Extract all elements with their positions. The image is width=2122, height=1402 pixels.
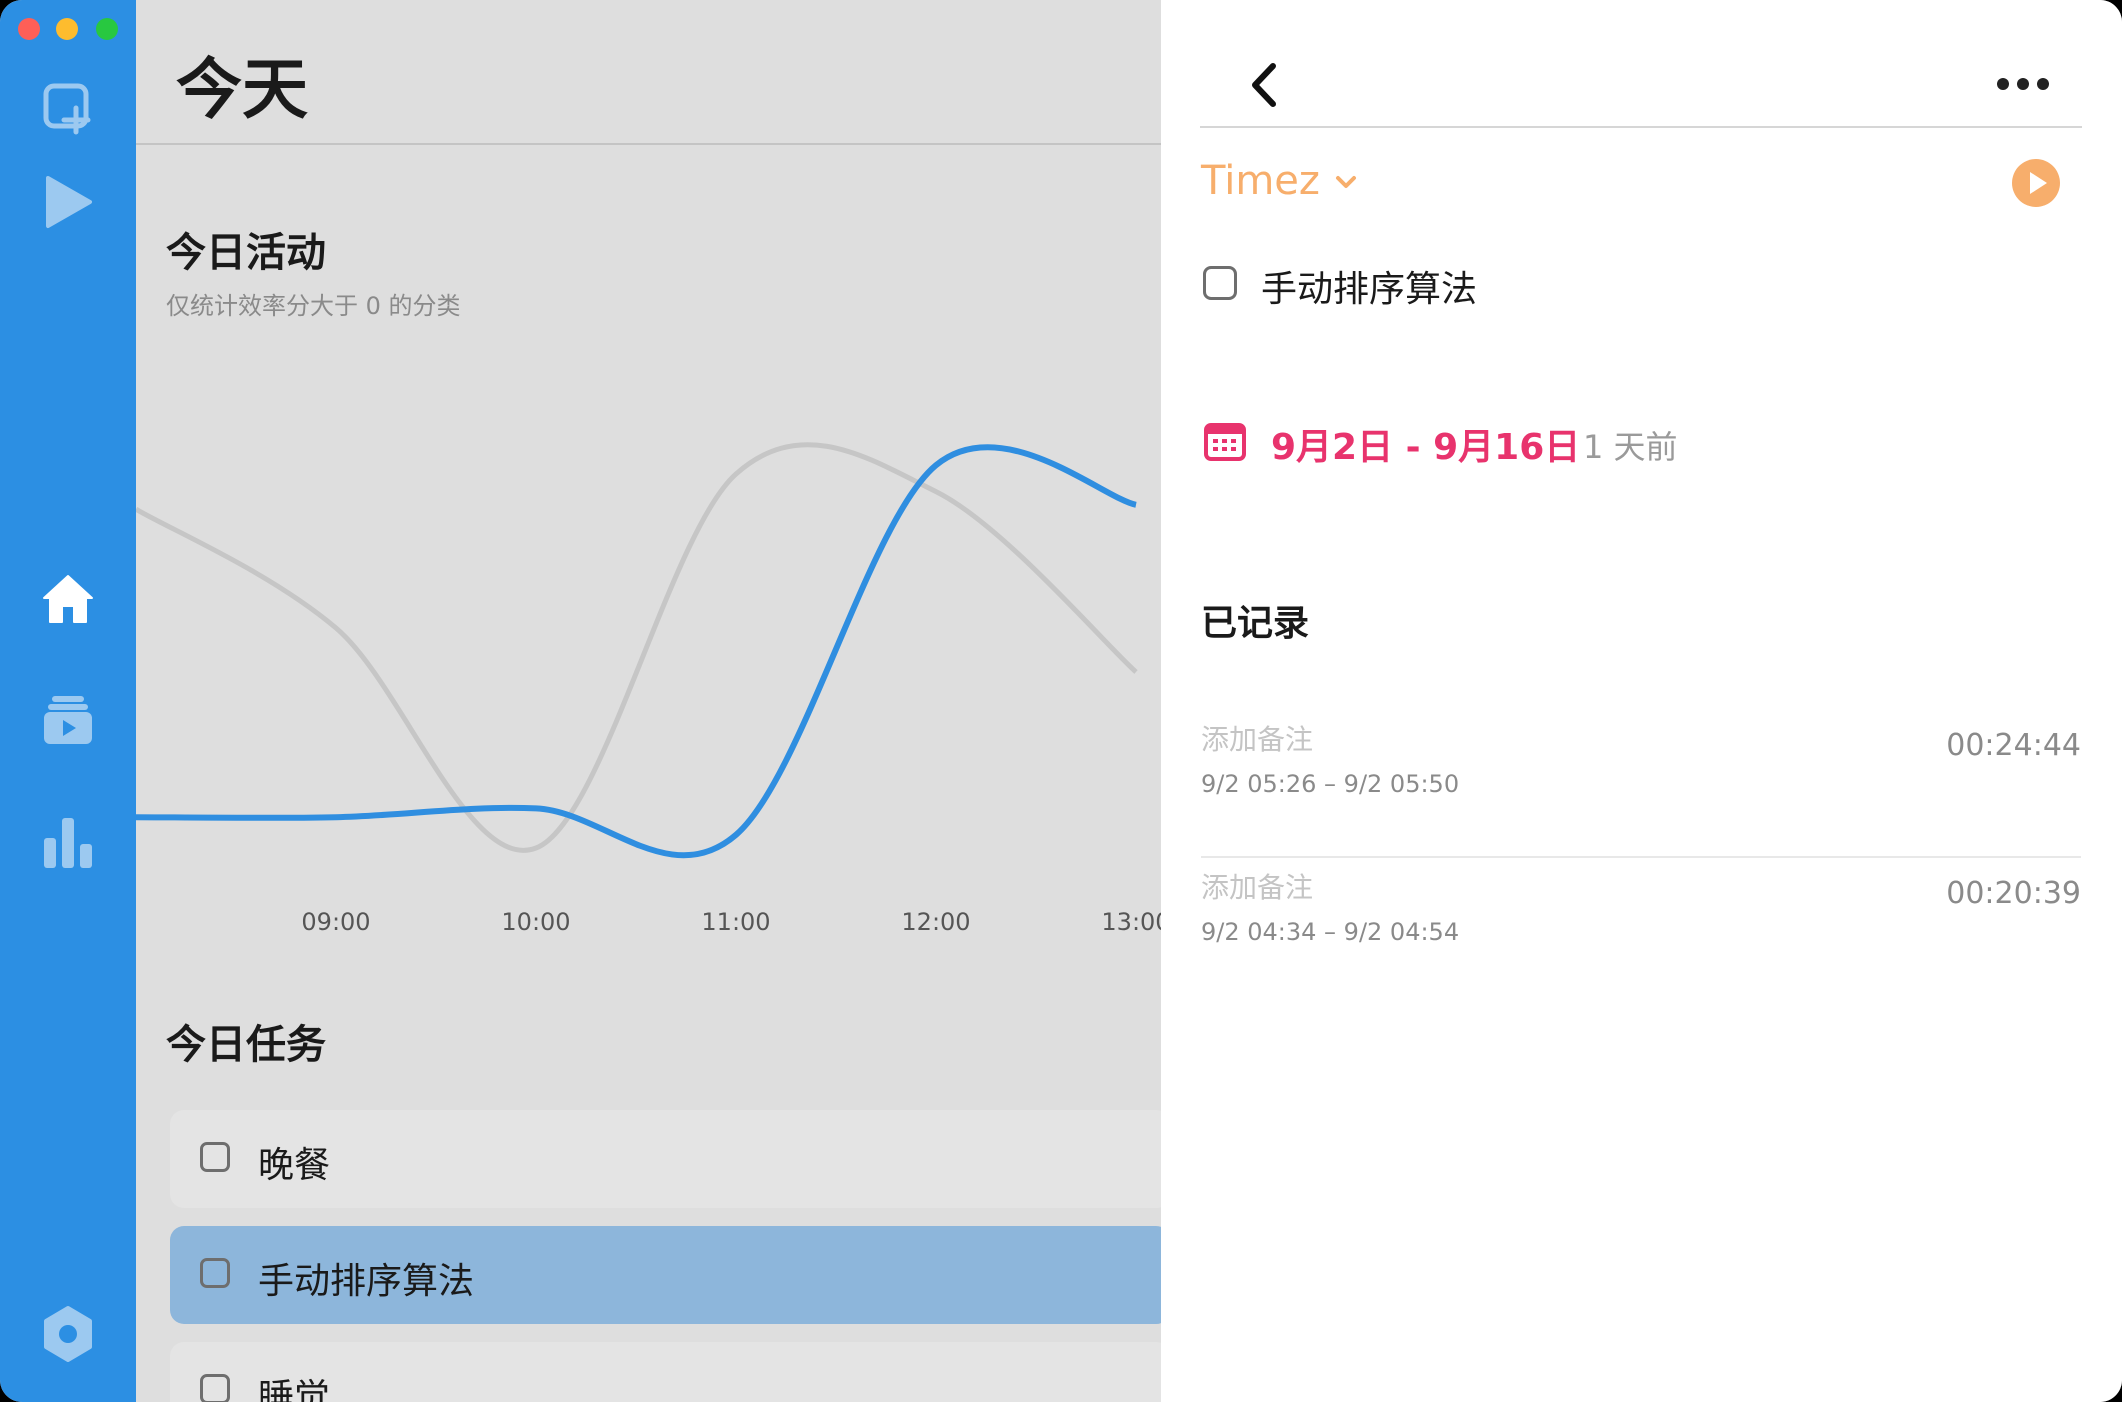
main-header: 今天 <box>136 0 1161 145</box>
record-note[interactable]: 添加备注 <box>1201 718 1313 758</box>
minimize-window-button[interactable] <box>56 18 78 40</box>
chart-x-tick-label: 13:00 <box>1101 908 1161 936</box>
chart-x-tick-label: 11:00 <box>701 908 770 936</box>
chart-x-tick-label: 09:00 <box>301 908 370 936</box>
recorded-title: 已记录 <box>1201 603 1310 644</box>
chart-x-tick-label: 12:00 <box>901 908 970 936</box>
task-row[interactable]: 手动排序算法 <box>170 1226 1161 1324</box>
more-options-button[interactable] <box>1993 72 2053 96</box>
zoom-window-button[interactable] <box>96 18 118 40</box>
calendar-icon[interactable] <box>1203 420 1247 462</box>
task-row[interactable]: 晚餐 <box>170 1110 1161 1208</box>
back-button[interactable] <box>1243 58 1283 112</box>
record-duration: 00:20:39 <box>1946 876 2081 911</box>
task-label: 睡觉 <box>258 1377 331 1402</box>
task-checkbox[interactable] <box>200 1142 230 1172</box>
activity-subtitle: 仅统计效率分大于 0 的分类 <box>166 292 461 320</box>
tasks-title: 今日任务 <box>166 1022 326 1068</box>
media-stack-icon[interactable] <box>38 690 98 750</box>
time-record[interactable]: 添加备注 9/2 04:34 – 9/2 04:54 00:20:39 <box>1201 856 2081 1004</box>
chevron-left-icon <box>1252 63 1276 107</box>
settings-icon[interactable] <box>38 1304 98 1364</box>
date-range[interactable]: 9月2日 - 9月16日 <box>1271 418 1580 470</box>
chart-series-line <box>136 442 1138 853</box>
record-range: 9/2 04:34 – 9/2 04:54 <box>1201 918 1460 946</box>
task-checkbox[interactable] <box>1203 266 1237 300</box>
chevron-down-icon[interactable] <box>1333 172 1359 192</box>
project-selector[interactable]: Timez <box>1201 158 1320 204</box>
date-relative: 1 天前 <box>1583 428 1678 466</box>
bar-chart-icon[interactable] <box>38 812 98 872</box>
activity-title: 今日活动 <box>166 230 326 276</box>
task-detail-panel: Timez 手动排序算法 9月2日 - 9月16日 1 天前 已记录 添加备注 … <box>1161 0 2122 1402</box>
time-record[interactable]: 添加备注 9/2 05:26 – 9/2 05:50 00:24:44 <box>1201 708 2081 858</box>
record-note[interactable]: 添加备注 <box>1201 866 1313 906</box>
app-window: 今天 今日活动 仅统计效率分大于 0 的分类 09:00 10:00 11:00 12… <box>0 0 2122 1402</box>
sidebar <box>0 0 136 1402</box>
ellipsis-icon <box>1997 78 2049 90</box>
new-task-icon[interactable] <box>38 78 98 138</box>
page-title: 今天 <box>176 51 308 128</box>
record-duration: 00:24:44 <box>1946 728 2081 763</box>
chart-series-line <box>136 444 1137 859</box>
start-timer-button[interactable] <box>2011 158 2061 208</box>
task-row[interactable]: 睡觉 <box>170 1342 1161 1402</box>
task-checkbox[interactable] <box>200 1258 230 1288</box>
task-label: 手动排序算法 <box>258 1261 475 1302</box>
play-circle-icon <box>2012 159 2060 207</box>
task-checkbox[interactable] <box>200 1374 230 1402</box>
main-panel: 今天 今日活动 仅统计效率分大于 0 的分类 09:00 10:00 11:00 12… <box>136 0 1161 1402</box>
record-range: 9/2 05:26 – 9/2 05:50 <box>1201 770 1460 798</box>
play-icon[interactable] <box>38 172 98 232</box>
task-name[interactable]: 手动排序算法 <box>1261 260 1477 312</box>
chart-x-tick-label: 10:00 <box>501 908 570 936</box>
task-label: 晚餐 <box>258 1145 331 1186</box>
header-divider <box>1200 126 2082 128</box>
close-window-button[interactable] <box>18 18 40 40</box>
home-icon[interactable] <box>38 568 98 628</box>
activity-chart: 09:00 10:00 11:00 12:00 13:00 <box>136 442 1161 936</box>
